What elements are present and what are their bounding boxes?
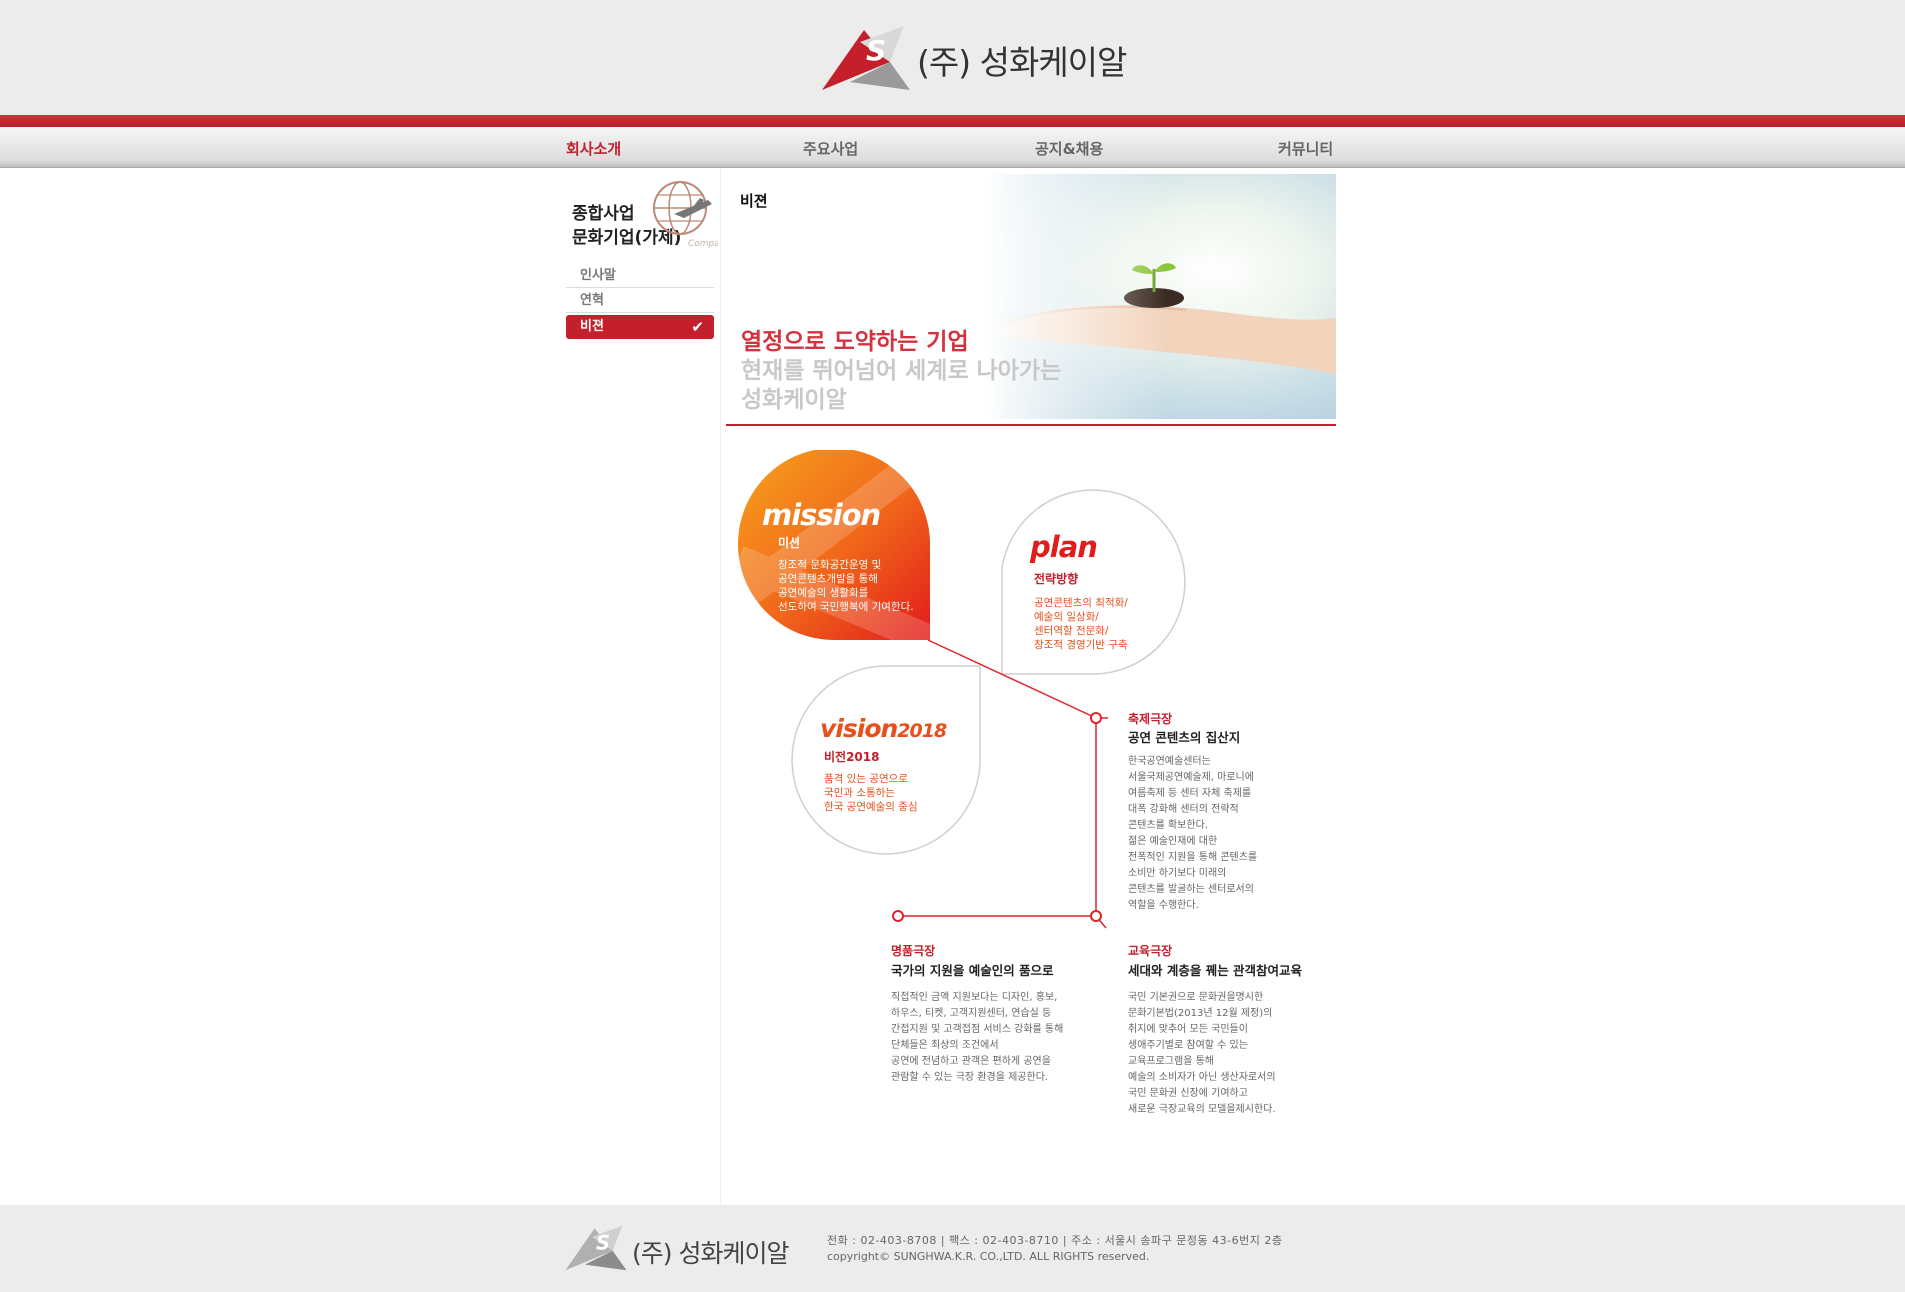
vision-bubble	[791, 665, 981, 855]
sidebar-item-label: 연혁	[580, 293, 604, 308]
masterpiece-text-line: 직접적인 금액 지원보다는 디자인, 홍보,	[891, 992, 1058, 1003]
footer-contact: 전화 : 02-403-8708 | 팩스 : 02-403-8710 | 주소…	[827, 1234, 1283, 1247]
nav-item-company[interactable]: 회사소개	[566, 138, 621, 159]
mission-text: 창조적 문화공간운영 및공연콘텐츠개발을 통해공연예술의 생활화를선도하여 국민…	[778, 558, 914, 614]
mission-text-line: 창조적 문화공간운영 및	[778, 559, 882, 571]
festival-text-line: 젊은 예술인재에 대한	[1128, 836, 1218, 847]
sidebar-item-label: 비젼	[580, 319, 604, 334]
masterpiece-text-line: 단체들은 최상의 조건에서	[891, 1040, 999, 1051]
logo-text: (주) 성화케이알	[917, 43, 1127, 82]
footer-copyright: copyright© SUNGHWA.K.R. CO.,LTD. ALL RIG…	[827, 1250, 1150, 1263]
festival-title: 공연 콘텐츠의 집산지	[1128, 730, 1241, 745]
sidebar-item-label: 인사말	[580, 268, 616, 283]
site-logo[interactable]: S (주) 성화케이알	[820, 22, 1127, 94]
check-icon: ✔	[691, 318, 704, 336]
nav-item-business[interactable]: 주요사업	[803, 138, 858, 159]
festival-text-line: 소비만 하기보다 미래의	[1128, 868, 1227, 879]
education-text-line: 새로운 극장교육의 모델을제시한다.	[1128, 1104, 1276, 1115]
footer-logo-mark-icon: S	[565, 1225, 627, 1271]
education-text-line: 생애주기별로 참여할 수 있는	[1128, 1040, 1248, 1051]
vision-text: 품격 있는 공연으로국민과 소통하는한국 공연예술의 중심	[824, 772, 918, 814]
masterpiece-text-line: 공연에 전념하고 관객은 편하게 공연을	[891, 1056, 1051, 1067]
footer-logo[interactable]: S (주) 성화케이알	[562, 1223, 789, 1273]
plan-text-line: 예술의 일상화/	[1034, 611, 1099, 623]
vision-title-word: vision	[820, 714, 898, 743]
site-footer: S (주) 성화케이알 전화 : 02-403-8708 | 팩스 : 02-4…	[0, 1205, 1905, 1292]
education-text-line: 국민 문화권 신장에 기여하고	[1128, 1088, 1248, 1099]
mission-text-line: 선도하여 국민행복에 기여한다.	[778, 601, 914, 613]
main-nav: 회사소개 주요사업 공지&채용 커뮤니티	[0, 127, 1905, 168]
masterpiece-text-line: 하우스, 티켓, 고객지원센터, 연습실 등	[891, 1008, 1052, 1019]
sidebar-item-vision[interactable]: 비젼 ✔	[566, 315, 714, 339]
vision-text-line: 한국 공연예술의 중심	[824, 801, 918, 813]
nav-item-notice[interactable]: 공지&채용	[1035, 138, 1103, 159]
masterpiece-text-line: 간접지원 및 고객접점 서비스 강화를 통해	[891, 1024, 1064, 1035]
plan-text-line: 센터역할 전문화/	[1034, 625, 1109, 637]
festival-text-line: 한국공연예술센터는	[1128, 756, 1211, 767]
festival-text: 한국공연예술센터는서울국제공연예술제, 마로니에여름축제 등 센터 자체 축제를…	[1128, 754, 1257, 914]
masterpiece-text: 직접적인 금액 지원보다는 디자인, 홍보, 하우스, 티켓, 고객지원센터, 연…	[891, 990, 1063, 1086]
globe-airplane-icon: Company	[653, 181, 718, 249]
plan-text-line: 공연콘텐츠의 최적화/	[1034, 597, 1128, 609]
festival-text-line: 대폭 강화해 센터의 전략적	[1128, 804, 1239, 815]
vision-title-year: 2018	[897, 720, 947, 742]
plan-title: plan	[1030, 530, 1098, 564]
mission-text-line: 공연예술의 생활화를	[778, 587, 869, 599]
sidebar-item-greeting[interactable]: 인사말	[566, 264, 714, 288]
header-accent-bar	[0, 115, 1905, 127]
content-divider	[720, 168, 721, 1208]
festival-text-line: 콘텐츠를 발굴하는 센터로서의	[1128, 884, 1254, 895]
masterpiece-title: 국가의 지원을 예술인의 품으로	[891, 963, 1054, 978]
masterpiece-text-line: 관람할 수 있는 극장 환경을 제공한다.	[891, 1072, 1049, 1083]
festival-text-line: 콘텐츠를 확보한다.	[1128, 820, 1208, 831]
footer-logo-text: (주) 성화케이알	[632, 1239, 789, 1268]
festival-heading: 축제극장	[1128, 712, 1173, 726]
plan-text: 공연콘텐츠의 최적화/예술의 일상화/센터역할 전문화/창조적 경영기반 구축	[1034, 596, 1128, 652]
vision-sub: 비전2018	[824, 750, 880, 764]
banner-underline	[726, 424, 1336, 426]
education-text-line: 취지에 맞추어 모든 국민들이	[1128, 1024, 1248, 1035]
mission-sub: 미션	[778, 536, 801, 550]
vision-text-line: 품격 있는 공연으로	[824, 773, 908, 785]
plan-text-line: 창조적 경영기반 구축	[1034, 639, 1128, 651]
education-text-line: 문화기본법(2013년 12월 제정)의	[1128, 1008, 1273, 1019]
sidebar: 종합사업 문화기업(가제) Company 인사말 연혁 비젼✔	[566, 178, 718, 488]
logo-mark-icon: S	[822, 26, 910, 90]
svg-text:Company: Company	[688, 239, 718, 249]
plan-sub: 전략방향	[1034, 572, 1079, 586]
education-title: 세대와 계층을 꿰는 관객참여교육	[1128, 963, 1303, 978]
festival-text-line: 서울국제공연예술제, 마로니에	[1128, 772, 1254, 783]
vision-title: vision2018	[820, 714, 947, 743]
vision-text-line: 국민과 소통하는	[824, 787, 895, 799]
nav-item-community[interactable]: 커뮤니티	[1278, 138, 1333, 159]
vision-banner: 비젼 열정으로 도약하는 기업 현재를 뛰어넘어 세계로 나아가는 성화케이알	[728, 174, 1336, 419]
festival-text-line: 여름축제 등 센터 자체 축제를	[1128, 788, 1252, 799]
vision-diagram: mission 미션 창조적 문화공간운영 및공연콘텐츠개발을 통해공연예술의 …	[728, 450, 1336, 1130]
mission-text-line: 공연콘텐츠개발을 통해	[778, 573, 878, 585]
festival-text-line: 전폭적인 지원을 통해 콘텐츠를	[1128, 852, 1258, 863]
svg-text:S: S	[866, 34, 886, 67]
education-heading: 교육극장	[1128, 944, 1173, 958]
page-title: 비젼	[740, 192, 768, 210]
svg-text:S: S	[596, 1231, 610, 1254]
sidebar-item-history[interactable]: 연혁	[566, 289, 714, 313]
education-text-line: 교육프로그램을 통해	[1128, 1056, 1214, 1067]
node-education	[1090, 910, 1102, 922]
mission-title: mission	[762, 498, 881, 532]
education-text-line: 예술의 소비자가 아닌 생산자로서의	[1128, 1072, 1276, 1083]
festival-text-line: 역할을 수행한다.	[1128, 900, 1199, 911]
masterpiece-heading: 명품극장	[891, 944, 936, 958]
education-text: 국민 기본권으로 문화권을명시한문화기본법(2013년 12월 제정)의취지에 …	[1128, 990, 1276, 1118]
banner-company-name: 성화케이알	[741, 387, 847, 413]
node-masterpiece	[892, 910, 904, 922]
site-header: S (주) 성화케이알	[0, 0, 1905, 115]
node-festival	[1090, 712, 1102, 724]
education-text-line: 국민 기본권으로 문화권을명시한	[1128, 992, 1264, 1003]
